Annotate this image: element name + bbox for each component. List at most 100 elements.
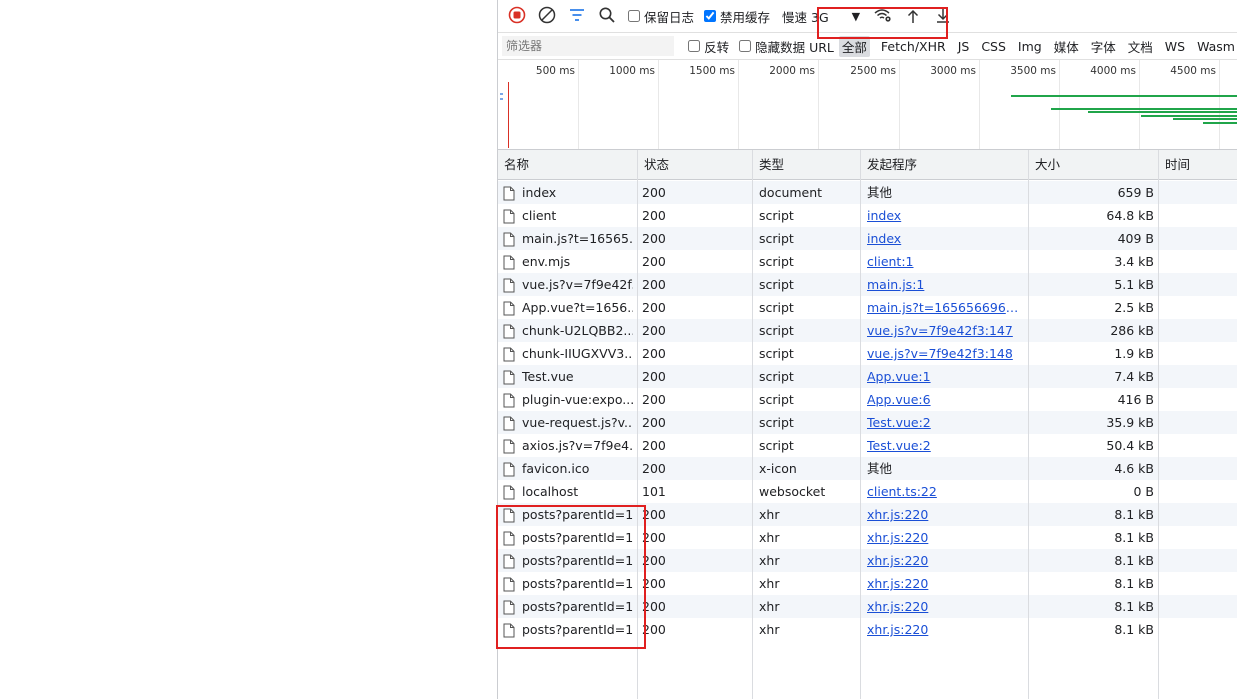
network-conditions-button[interactable]	[872, 5, 894, 27]
initiator-link[interactable]: main.js:1	[867, 273, 1025, 296]
request-name-cell[interactable]: vue.js?v=7f9e42f3	[503, 273, 633, 296]
timeline-tick-label: 4500 ms	[1170, 65, 1216, 77]
filter-toggle-button[interactable]	[566, 5, 588, 27]
initiator-link[interactable]: vue.js?v=7f9e42f3:148	[867, 342, 1025, 365]
type-filter-wasm[interactable]: Wasm	[1194, 38, 1237, 55]
column-header-type[interactable]: 类型	[753, 150, 861, 179]
initiator-link[interactable]: xhr.js:220	[867, 595, 1025, 618]
request-row[interactable]: vue-request.js?v... 200 script Test.vue:2 35…	[498, 411, 1237, 434]
request-row[interactable]: main.js?t=16565... 200 script index 409 B	[498, 227, 1237, 250]
request-row[interactable]: env.mjs 200 script client:1 3.4 kB	[498, 250, 1237, 273]
request-name: client	[522, 208, 557, 223]
initiator-link[interactable]: Test.vue:2	[867, 434, 1025, 457]
timeline-overview[interactable]: 500 ms 1000 ms 1500 ms 2000 ms 2500 ms 3…	[498, 60, 1237, 150]
request-row[interactable]: localhost 101 websocket client.ts:22 0 B	[498, 480, 1237, 503]
initiator-link[interactable]: xhr.js:220	[867, 618, 1025, 641]
request-name-cell[interactable]: localhost	[503, 480, 633, 503]
request-row[interactable]: chunk-IIUGXVV3... 200 script vue.js?v=7f9e4…	[498, 342, 1237, 365]
initiator-link[interactable]: xhr.js:220	[867, 526, 1025, 549]
search-button[interactable]	[596, 5, 618, 27]
request-row[interactable]: posts?parentId=1 200 xhr xhr.js:220 8.1 kB	[498, 526, 1237, 549]
request-name-cell[interactable]: env.mjs	[503, 250, 633, 273]
request-name-cell[interactable]: App.vue?t=1656...	[503, 296, 633, 319]
request-row[interactable]: posts?parentId=1 200 xhr xhr.js:220 8.1 kB	[498, 503, 1237, 526]
invert-input[interactable]	[688, 40, 701, 52]
request-name-cell[interactable]: posts?parentId=1	[503, 572, 633, 595]
type-filter-media[interactable]: 媒体	[1051, 36, 1082, 57]
request-name-cell[interactable]: plugin-vue:expo...	[503, 388, 633, 411]
request-name-cell[interactable]: Test.vue	[503, 365, 633, 388]
type-filter-js[interactable]: JS	[955, 38, 973, 55]
initiator-link[interactable]: main.js?t=165656696057...	[867, 296, 1025, 319]
type-filter-all[interactable]: 全部	[838, 35, 870, 57]
request-row[interactable]: chunk-U2LQBB2... 200 script vue.js?v=7f9e42…	[498, 319, 1237, 342]
initiator-link[interactable]: index	[867, 227, 1025, 250]
request-name-cell[interactable]: chunk-U2LQBB2...	[503, 319, 633, 342]
request-type: xhr	[759, 622, 780, 637]
invert-checkbox[interactable]: 反转	[688, 37, 729, 56]
request-row[interactable]: vue.js?v=7f9e42f3 200 script main.js:1 5.1 k…	[498, 273, 1237, 296]
initiator-link[interactable]: App.vue:1	[867, 365, 1025, 388]
preserve-log-input[interactable]	[628, 10, 640, 22]
request-status: 200	[642, 599, 666, 614]
column-header-initiator[interactable]: 发起程序	[861, 150, 1029, 179]
request-status: 200	[642, 392, 666, 407]
request-row[interactable]: Test.vue 200 script App.vue:1 7.4 kB	[498, 365, 1237, 388]
export-har-button[interactable]	[932, 5, 954, 27]
initiator-link[interactable]: client:1	[867, 250, 1025, 273]
column-header-time[interactable]: 时间	[1159, 150, 1237, 179]
type-filter-doc[interactable]: 文档	[1125, 36, 1156, 57]
request-row[interactable]: client 200 script index 64.8 kB	[498, 204, 1237, 227]
type-filter-ws[interactable]: WS	[1162, 38, 1188, 55]
request-row[interactable]: axios.js?v=7f9e4... 200 script Test.vue:2 50…	[498, 434, 1237, 457]
initiator-link[interactable]: xhr.js:220	[867, 503, 1025, 526]
request-row[interactable]: posts?parentId=1 200 xhr xhr.js:220 8.1 kB	[498, 572, 1237, 595]
type-filter-css[interactable]: CSS	[978, 38, 1009, 55]
initiator-link[interactable]: Test.vue:2	[867, 411, 1025, 434]
initiator-text: 其他	[867, 461, 893, 476]
request-name-cell[interactable]: posts?parentId=1	[503, 526, 633, 549]
throttle-select[interactable]: 慢速 3G ▼	[782, 7, 860, 26]
preserve-log-checkbox[interactable]: 保留日志	[628, 7, 694, 26]
request-type: xhr	[759, 530, 780, 545]
request-name-cell[interactable]: vue-request.js?v...	[503, 411, 633, 434]
request-name-cell[interactable]: chunk-IIUGXVV3...	[503, 342, 633, 365]
request-row[interactable]: posts?parentId=1 200 xhr xhr.js:220 8.1 kB	[498, 549, 1237, 572]
type-filter-img[interactable]: Img	[1015, 38, 1045, 55]
initiator-link[interactable]: index	[867, 204, 1025, 227]
request-name-cell[interactable]: posts?parentId=1	[503, 618, 633, 641]
request-name-cell[interactable]: index	[503, 181, 633, 204]
request-name-cell[interactable]: posts?parentId=1	[503, 549, 633, 572]
request-row[interactable]: index 200 document 其他 659 B	[498, 181, 1237, 204]
filter-input[interactable]	[502, 36, 675, 56]
column-header-size[interactable]: 大小	[1029, 150, 1159, 179]
disable-cache-checkbox[interactable]: 禁用缓存	[704, 7, 770, 26]
column-header-name[interactable]: 名称	[498, 150, 638, 179]
initiator-link[interactable]: vue.js?v=7f9e42f3:147	[867, 319, 1025, 342]
hide-data-urls-checkbox[interactable]: 隐藏数据 URL	[739, 37, 834, 56]
initiator-link[interactable]: App.vue:6	[867, 388, 1025, 411]
request-row[interactable]: favicon.ico 200 x-icon 其他 4.6 kB	[498, 457, 1237, 480]
request-row[interactable]: plugin-vue:expo... 200 script App.vue:6 416 …	[498, 388, 1237, 411]
column-header-status[interactable]: 状态	[638, 150, 753, 179]
request-name-cell[interactable]: client	[503, 204, 633, 227]
clear-button[interactable]	[536, 5, 558, 27]
type-filter-fetch-xhr[interactable]: Fetch/XHR	[878, 38, 949, 55]
request-name-cell[interactable]: favicon.ico	[503, 457, 633, 480]
stop-recording-button[interactable]	[506, 5, 528, 27]
request-name-cell[interactable]: posts?parentId=1	[503, 503, 633, 526]
request-name-cell[interactable]: main.js?t=16565...	[503, 227, 633, 250]
request-status: 200	[642, 415, 666, 430]
request-name-cell[interactable]: axios.js?v=7f9e4...	[503, 434, 633, 457]
request-row[interactable]: App.vue?t=1656... 200 script main.js?t=1656…	[498, 296, 1237, 319]
initiator-link[interactable]: xhr.js:220	[867, 549, 1025, 572]
request-row[interactable]: posts?parentId=1 200 xhr xhr.js:220 8.1 kB	[498, 618, 1237, 641]
initiator-link[interactable]: client.ts:22	[867, 480, 1025, 503]
hide-data-urls-input[interactable]	[739, 40, 752, 52]
import-har-button[interactable]	[902, 5, 924, 27]
initiator-link[interactable]: xhr.js:220	[867, 572, 1025, 595]
type-filter-font[interactable]: 字体	[1088, 36, 1119, 57]
request-row[interactable]: posts?parentId=1 200 xhr xhr.js:220 8.1 kB	[498, 595, 1237, 618]
request-name-cell[interactable]: posts?parentId=1	[503, 595, 633, 618]
disable-cache-input[interactable]	[704, 10, 717, 22]
